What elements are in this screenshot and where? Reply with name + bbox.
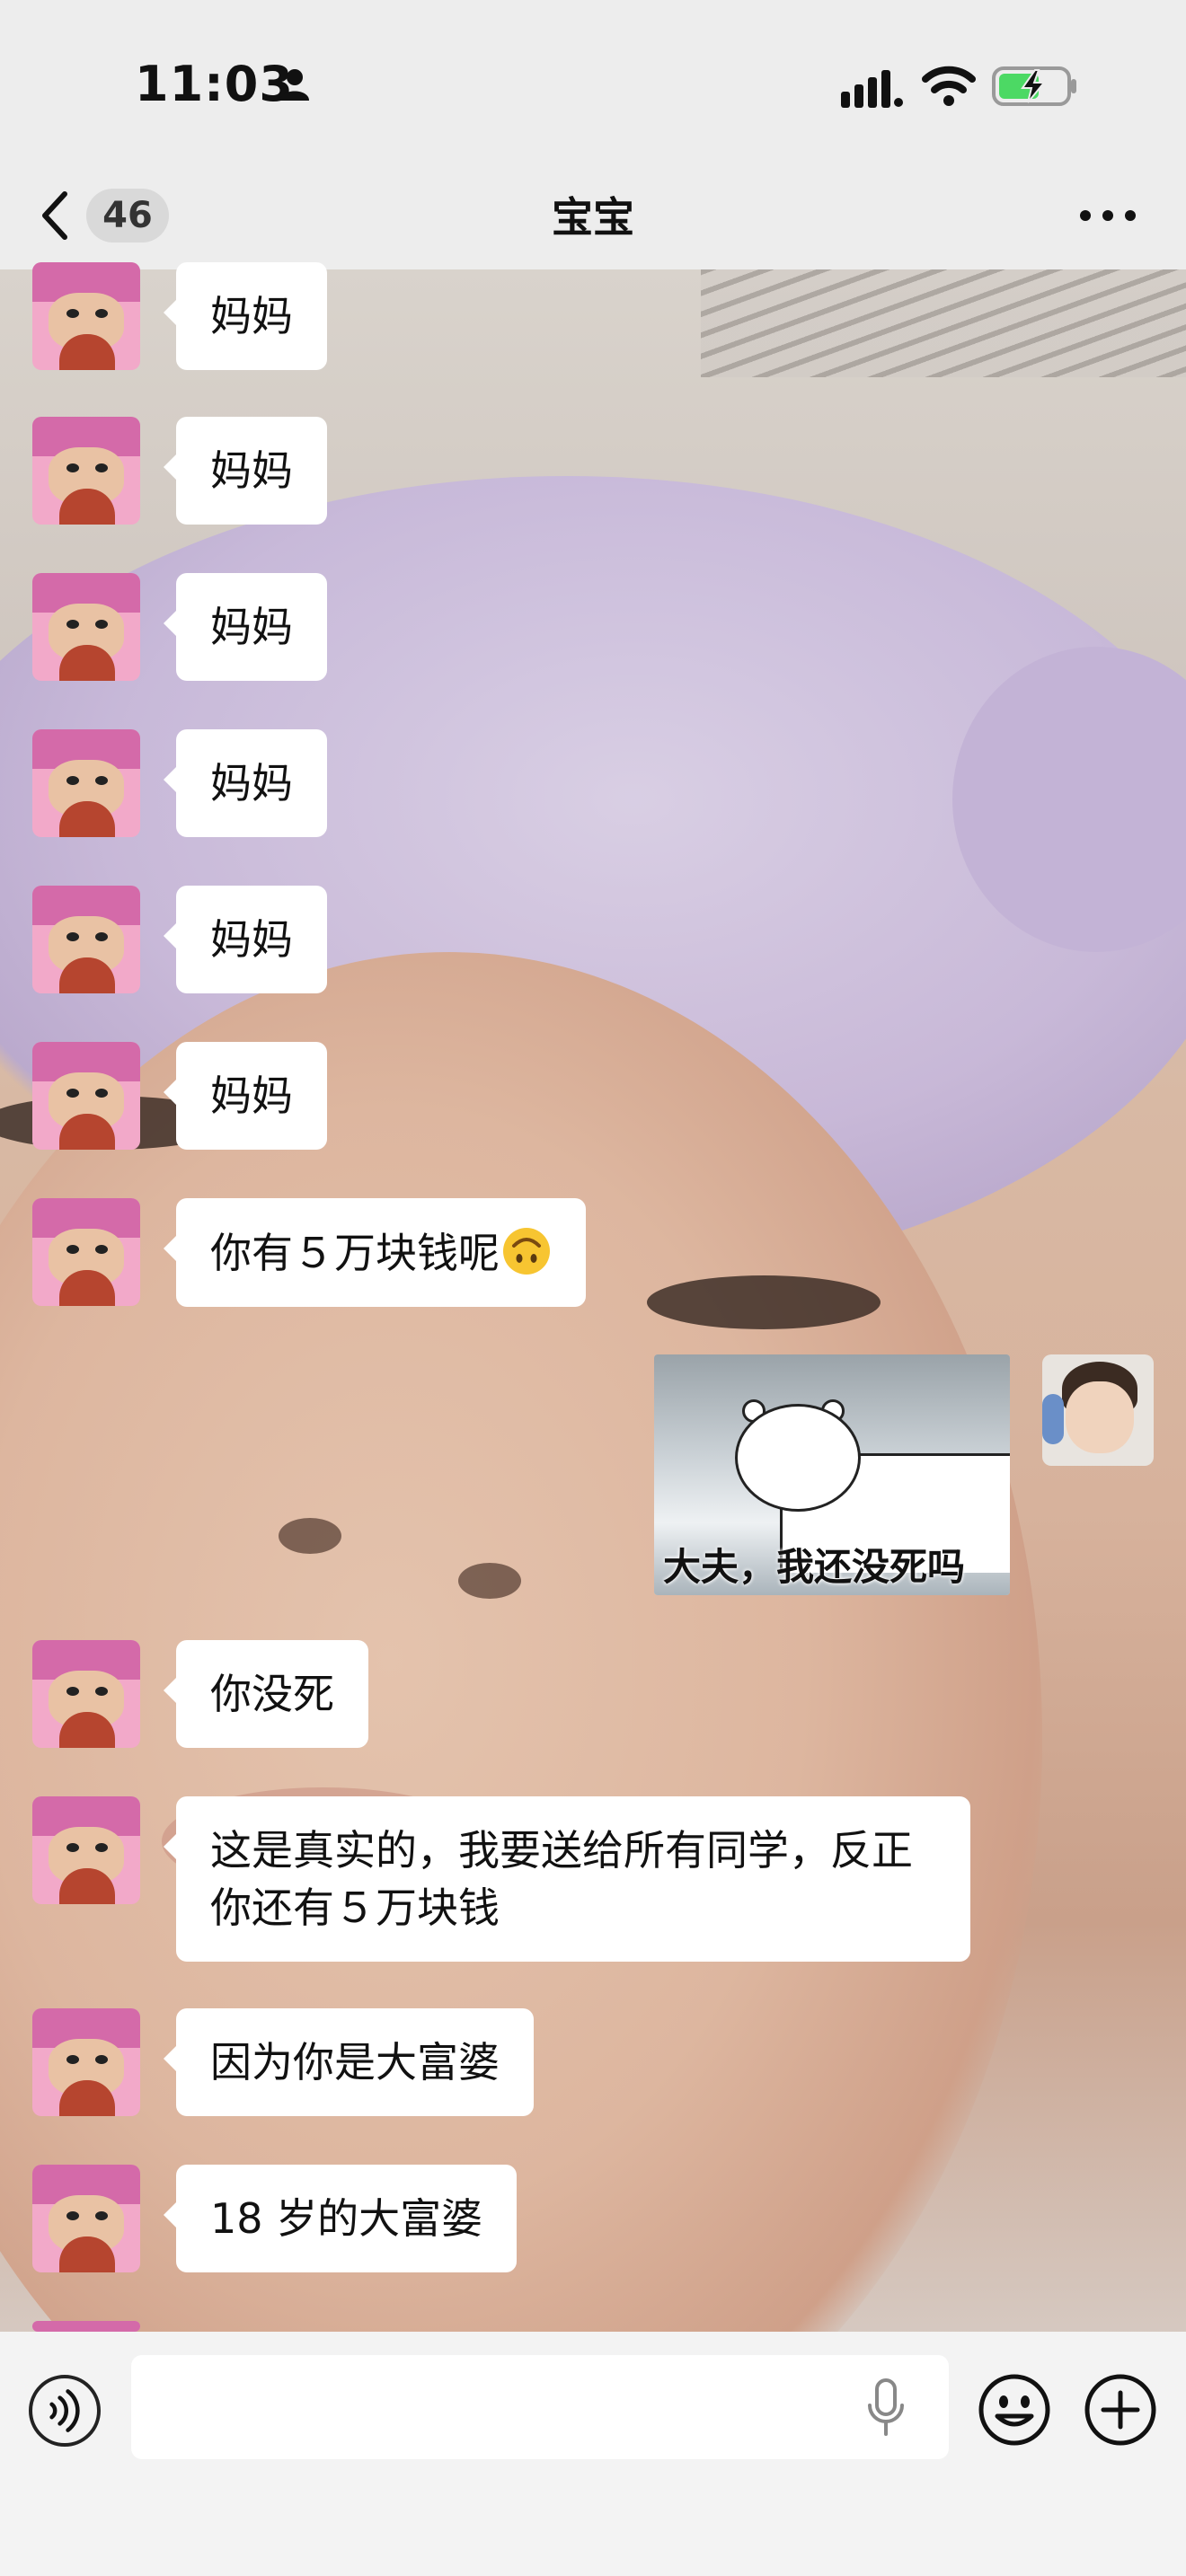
background-lips	[162, 1787, 485, 1895]
voice-icon[interactable]	[29, 2375, 101, 2447]
battery-charging-icon	[992, 66, 1076, 106]
background-vent	[701, 269, 1186, 377]
home-indicator-area	[0, 2538, 1186, 2574]
input-bar	[0, 2332, 1186, 2576]
message-input[interactable]	[131, 2355, 949, 2459]
more-icon[interactable]	[1076, 198, 1139, 234]
chat-background-photo	[0, 269, 1186, 2335]
background-eye	[647, 1275, 881, 1329]
plus-icon[interactable]	[1084, 2373, 1157, 2447]
emoji-icon[interactable]	[978, 2373, 1051, 2447]
chat-title: 宝宝	[552, 193, 634, 242]
background-nose	[279, 1518, 341, 1554]
chat-header: 46 宝宝	[0, 162, 1186, 269]
background-nose	[458, 1563, 521, 1599]
signal-icon	[841, 70, 903, 108]
mic-icon[interactable]	[866, 2378, 906, 2438]
status-bar: 11:03	[0, 0, 1186, 162]
status-time: 11:03	[135, 56, 294, 112]
wifi-icon	[922, 66, 976, 106]
person-icon	[280, 69, 309, 101]
top-bar: 11:03 46 宝宝	[0, 0, 1186, 269]
